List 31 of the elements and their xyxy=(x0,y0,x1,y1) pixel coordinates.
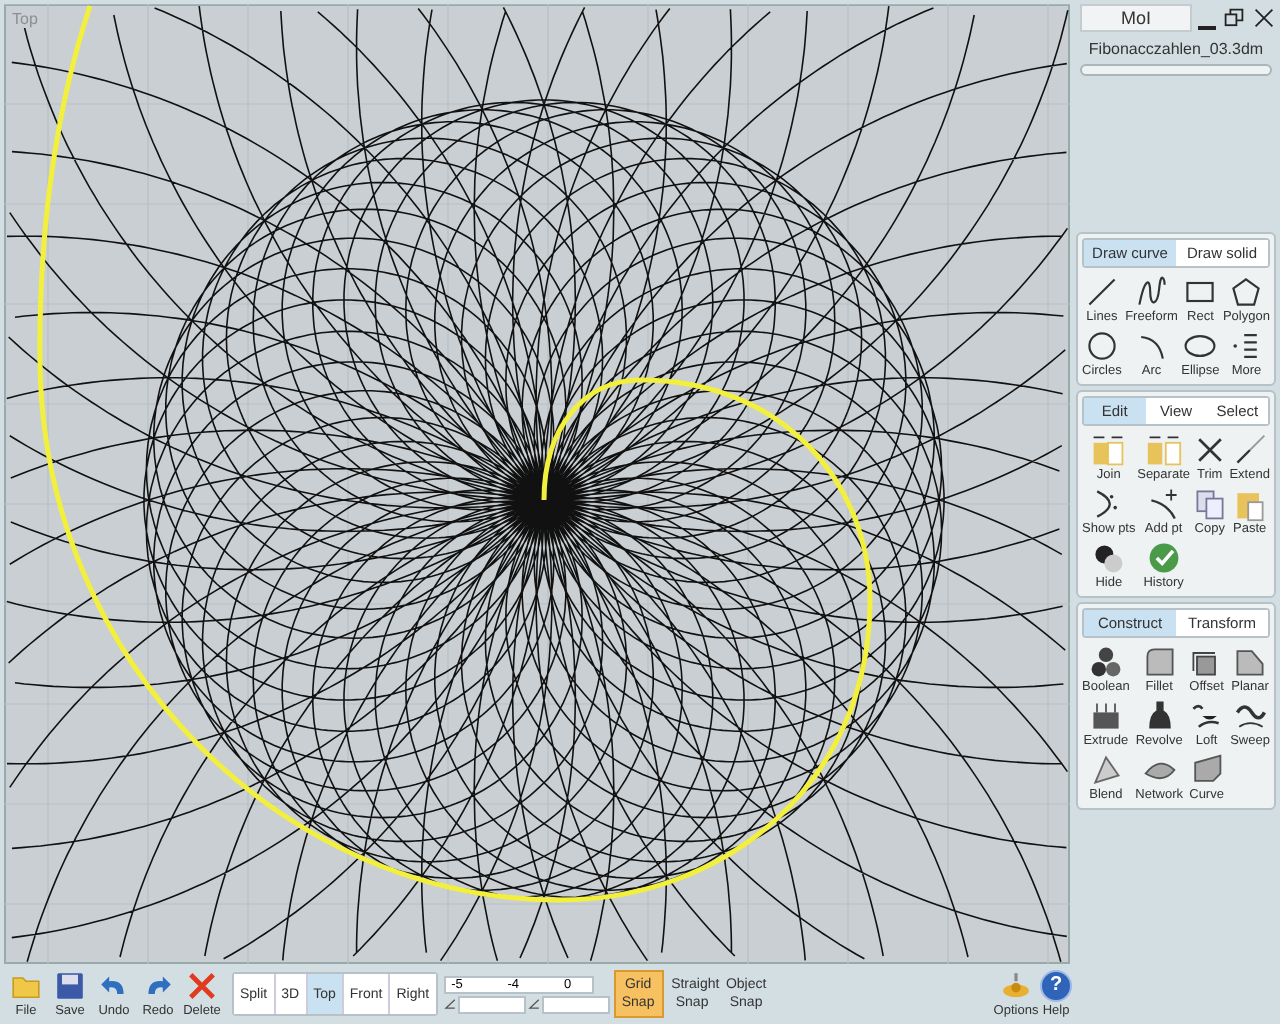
fillet-icon xyxy=(1141,644,1178,680)
line-icon xyxy=(1083,274,1120,310)
spheres-icon xyxy=(1090,540,1127,576)
circle-icon xyxy=(1083,328,1120,364)
angle-icon xyxy=(443,998,456,1010)
help-icon: ? xyxy=(1040,970,1072,1002)
close-icon xyxy=(1252,6,1276,30)
join-icon xyxy=(1090,432,1127,468)
extend-icon xyxy=(1231,432,1268,468)
curve-surface-icon xyxy=(1188,752,1225,788)
close-button[interactable] xyxy=(1252,6,1276,30)
input-field[interactable] xyxy=(541,995,610,1013)
extrude-icon xyxy=(1087,698,1124,734)
add-point-icon xyxy=(1145,486,1182,522)
minimize-icon xyxy=(1198,26,1216,30)
spiral-curve[interactable] xyxy=(36,4,876,908)
squiggle-icon xyxy=(1133,274,1170,310)
planar-icon xyxy=(1232,644,1269,680)
pentagon-icon xyxy=(1228,274,1265,310)
boolean-icon xyxy=(1087,644,1124,680)
separate-icon xyxy=(1145,432,1182,468)
restore-icon xyxy=(1222,6,1246,30)
viewport-label: Top xyxy=(10,10,40,28)
angle-icon xyxy=(527,998,540,1010)
restore-button[interactable] xyxy=(1222,6,1246,30)
file-name: Fibonacczahlen_03.3dm xyxy=(1086,40,1266,58)
copy-icon xyxy=(1191,486,1228,522)
cross-icon xyxy=(186,970,218,1002)
input-field[interactable] xyxy=(457,995,526,1013)
app-title: MoI xyxy=(1080,4,1192,32)
history-icon xyxy=(1145,540,1182,576)
